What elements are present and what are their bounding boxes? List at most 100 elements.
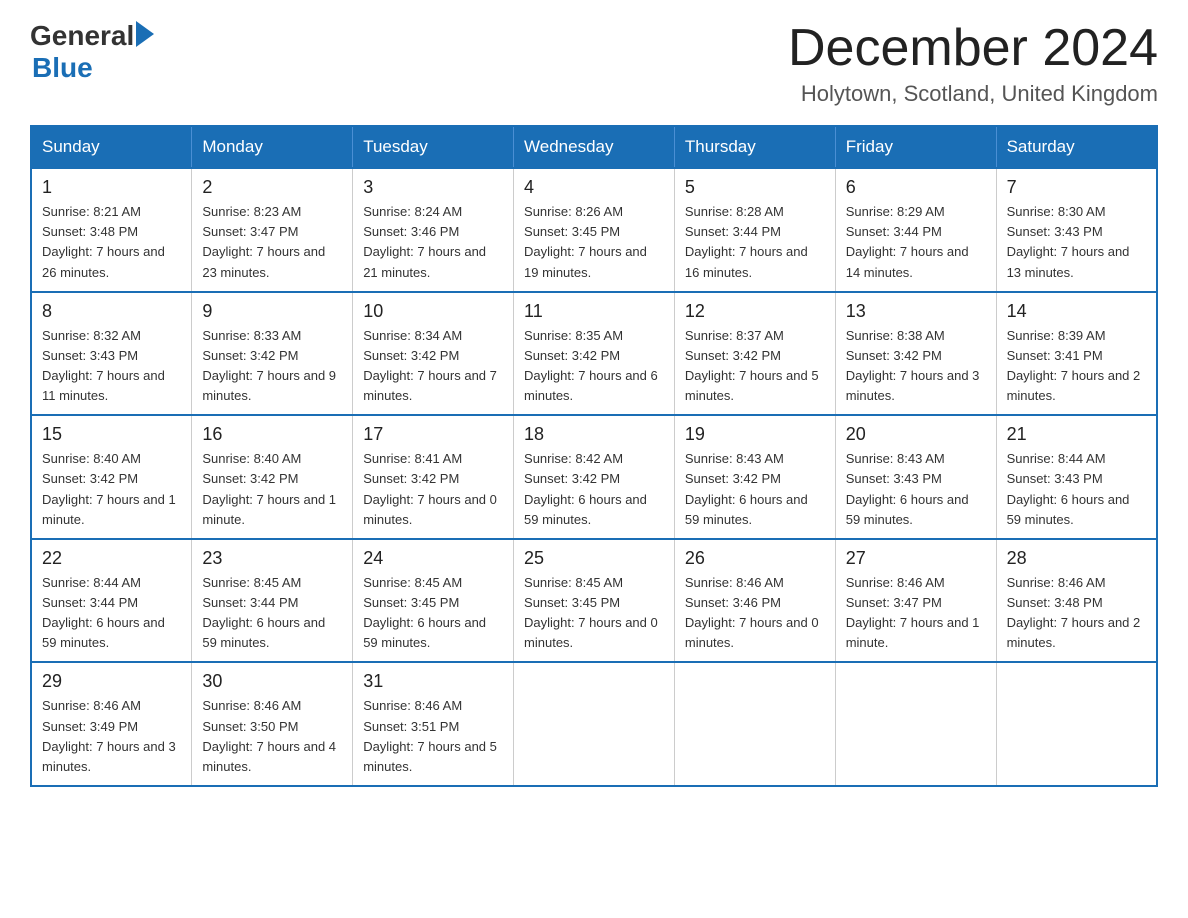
calendar-cell [674,662,835,786]
calendar-cell: 10Sunrise: 8:34 AMSunset: 3:42 PMDayligh… [353,292,514,416]
day-info: Sunrise: 8:24 AMSunset: 3:46 PMDaylight:… [363,202,503,283]
calendar-cell: 4 Sunrise: 8:26 AMSunset: 3:45 PMDaylight… [514,168,675,292]
day-number: 1 [42,177,181,198]
day-number: 4 [524,177,664,198]
day-info: Sunrise: 8:46 AMSunset: 3:46 PMDaylight:… [685,573,825,654]
calendar-cell: 9 Sunrise: 8:33 AMSunset: 3:42 PMDaylight… [192,292,353,416]
calendar-cell: 26 Sunrise: 8:46 AMSunset: 3:46 PMDayligh… [674,539,835,663]
day-info: Sunrise: 8:32 AMSunset: 3:43 PMDaylight:… [42,326,181,407]
day-info: Sunrise: 8:41 AMSunset: 3:42 PMDaylight:… [363,449,503,530]
header-cell-friday: Friday [835,126,996,168]
day-info: Sunrise: 8:46 AMSunset: 3:50 PMDaylight:… [202,696,342,777]
header-cell-saturday: Saturday [996,126,1157,168]
calendar-cell: 1 Sunrise: 8:21 AMSunset: 3:48 PMDaylight… [31,168,192,292]
day-info: Sunrise: 8:21 AMSunset: 3:48 PMDaylight:… [42,202,181,283]
calendar-cell: 11 Sunrise: 8:35 AMSunset: 3:42 PMDayligh… [514,292,675,416]
calendar-table: SundayMondayTuesdayWednesdayThursdayFrid… [30,125,1158,787]
calendar-cell: 5 Sunrise: 8:28 AMSunset: 3:44 PMDaylight… [674,168,835,292]
day-number: 14 [1007,301,1146,322]
logo-general-text: General [30,20,134,52]
calendar-header: SundayMondayTuesdayWednesdayThursdayFrid… [31,126,1157,168]
week-row-2: 8 Sunrise: 8:32 AMSunset: 3:43 PMDaylight… [31,292,1157,416]
day-info: Sunrise: 8:35 AMSunset: 3:42 PMDaylight:… [524,326,664,407]
calendar-cell: 21Sunrise: 8:44 AMSunset: 3:43 PMDayligh… [996,415,1157,539]
day-info: Sunrise: 8:43 AMSunset: 3:42 PMDaylight:… [685,449,825,530]
calendar-cell: 18 Sunrise: 8:42 AMSunset: 3:42 PMDayligh… [514,415,675,539]
day-number: 20 [846,424,986,445]
calendar-cell: 15Sunrise: 8:40 AMSunset: 3:42 PMDayligh… [31,415,192,539]
calendar-cell: 27Sunrise: 8:46 AMSunset: 3:47 PMDayligh… [835,539,996,663]
day-info: Sunrise: 8:45 AMSunset: 3:45 PMDaylight:… [524,573,664,654]
day-number: 3 [363,177,503,198]
header-cell-monday: Monday [192,126,353,168]
calendar-cell: 20 Sunrise: 8:43 AMSunset: 3:43 PMDayligh… [835,415,996,539]
day-info: Sunrise: 8:23 AMSunset: 3:47 PMDaylight:… [202,202,342,283]
day-number: 30 [202,671,342,692]
day-info: Sunrise: 8:29 AMSunset: 3:44 PMDaylight:… [846,202,986,283]
day-number: 26 [685,548,825,569]
day-number: 5 [685,177,825,198]
day-info: Sunrise: 8:33 AMSunset: 3:42 PMDaylight:… [202,326,342,407]
calendar-cell: 13 Sunrise: 8:38 AMSunset: 3:42 PMDayligh… [835,292,996,416]
day-info: Sunrise: 8:46 AMSunset: 3:47 PMDaylight:… [846,573,986,654]
calendar-cell: 12 Sunrise: 8:37 AMSunset: 3:42 PMDayligh… [674,292,835,416]
day-number: 11 [524,301,664,322]
day-number: 22 [42,548,181,569]
calendar-cell [514,662,675,786]
day-info: Sunrise: 8:34 AMSunset: 3:42 PMDaylight:… [363,326,503,407]
day-info: Sunrise: 8:28 AMSunset: 3:44 PMDaylight:… [685,202,825,283]
day-number: 16 [202,424,342,445]
calendar-cell: 17 Sunrise: 8:41 AMSunset: 3:42 PMDayligh… [353,415,514,539]
calendar-cell: 6Sunrise: 8:29 AMSunset: 3:44 PMDaylight… [835,168,996,292]
day-number: 8 [42,301,181,322]
day-info: Sunrise: 8:45 AMSunset: 3:45 PMDaylight:… [363,573,503,654]
day-info: Sunrise: 8:42 AMSunset: 3:42 PMDaylight:… [524,449,664,530]
day-number: 25 [524,548,664,569]
day-info: Sunrise: 8:26 AMSunset: 3:45 PMDaylight:… [524,202,664,283]
calendar-cell [996,662,1157,786]
logo-blue-text: Blue [32,52,154,84]
week-row-4: 22Sunrise: 8:44 AMSunset: 3:44 PMDayligh… [31,539,1157,663]
day-number: 7 [1007,177,1146,198]
calendar-cell: 16Sunrise: 8:40 AMSunset: 3:42 PMDayligh… [192,415,353,539]
week-row-1: 1 Sunrise: 8:21 AMSunset: 3:48 PMDaylight… [31,168,1157,292]
day-number: 17 [363,424,503,445]
day-number: 9 [202,301,342,322]
day-info: Sunrise: 8:46 AMSunset: 3:49 PMDaylight:… [42,696,181,777]
day-number: 23 [202,548,342,569]
week-row-5: 29 Sunrise: 8:46 AMSunset: 3:49 PMDayligh… [31,662,1157,786]
calendar-cell: 24 Sunrise: 8:45 AMSunset: 3:45 PMDayligh… [353,539,514,663]
logo-arrow-icon [136,21,154,47]
header-cell-tuesday: Tuesday [353,126,514,168]
header-cell-sunday: Sunday [31,126,192,168]
page-header: General Blue December 2024 Holytown, Sco… [30,20,1158,107]
day-info: Sunrise: 8:37 AMSunset: 3:42 PMDaylight:… [685,326,825,407]
calendar-cell: 23 Sunrise: 8:45 AMSunset: 3:44 PMDayligh… [192,539,353,663]
day-info: Sunrise: 8:43 AMSunset: 3:43 PMDaylight:… [846,449,986,530]
week-row-3: 15Sunrise: 8:40 AMSunset: 3:42 PMDayligh… [31,415,1157,539]
calendar-cell: 19 Sunrise: 8:43 AMSunset: 3:42 PMDayligh… [674,415,835,539]
day-number: 29 [42,671,181,692]
day-number: 19 [685,424,825,445]
day-info: Sunrise: 8:45 AMSunset: 3:44 PMDaylight:… [202,573,342,654]
calendar-cell: 2 Sunrise: 8:23 AMSunset: 3:47 PMDaylight… [192,168,353,292]
day-number: 28 [1007,548,1146,569]
day-number: 18 [524,424,664,445]
day-number: 21 [1007,424,1146,445]
day-info: Sunrise: 8:46 AMSunset: 3:51 PMDaylight:… [363,696,503,777]
day-number: 13 [846,301,986,322]
calendar-cell: 8 Sunrise: 8:32 AMSunset: 3:43 PMDaylight… [31,292,192,416]
day-info: Sunrise: 8:39 AMSunset: 3:41 PMDaylight:… [1007,326,1146,407]
calendar-cell: 7Sunrise: 8:30 AMSunset: 3:43 PMDaylight… [996,168,1157,292]
calendar-cell: 28 Sunrise: 8:46 AMSunset: 3:48 PMDayligh… [996,539,1157,663]
calendar-cell: 29 Sunrise: 8:46 AMSunset: 3:49 PMDayligh… [31,662,192,786]
calendar-cell: 25 Sunrise: 8:45 AMSunset: 3:45 PMDayligh… [514,539,675,663]
day-info: Sunrise: 8:46 AMSunset: 3:48 PMDaylight:… [1007,573,1146,654]
page-subtitle: Holytown, Scotland, United Kingdom [788,81,1158,107]
day-info: Sunrise: 8:38 AMSunset: 3:42 PMDaylight:… [846,326,986,407]
day-number: 2 [202,177,342,198]
calendar-body: 1 Sunrise: 8:21 AMSunset: 3:48 PMDaylight… [31,168,1157,786]
day-number: 24 [363,548,503,569]
day-number: 12 [685,301,825,322]
header-cell-wednesday: Wednesday [514,126,675,168]
